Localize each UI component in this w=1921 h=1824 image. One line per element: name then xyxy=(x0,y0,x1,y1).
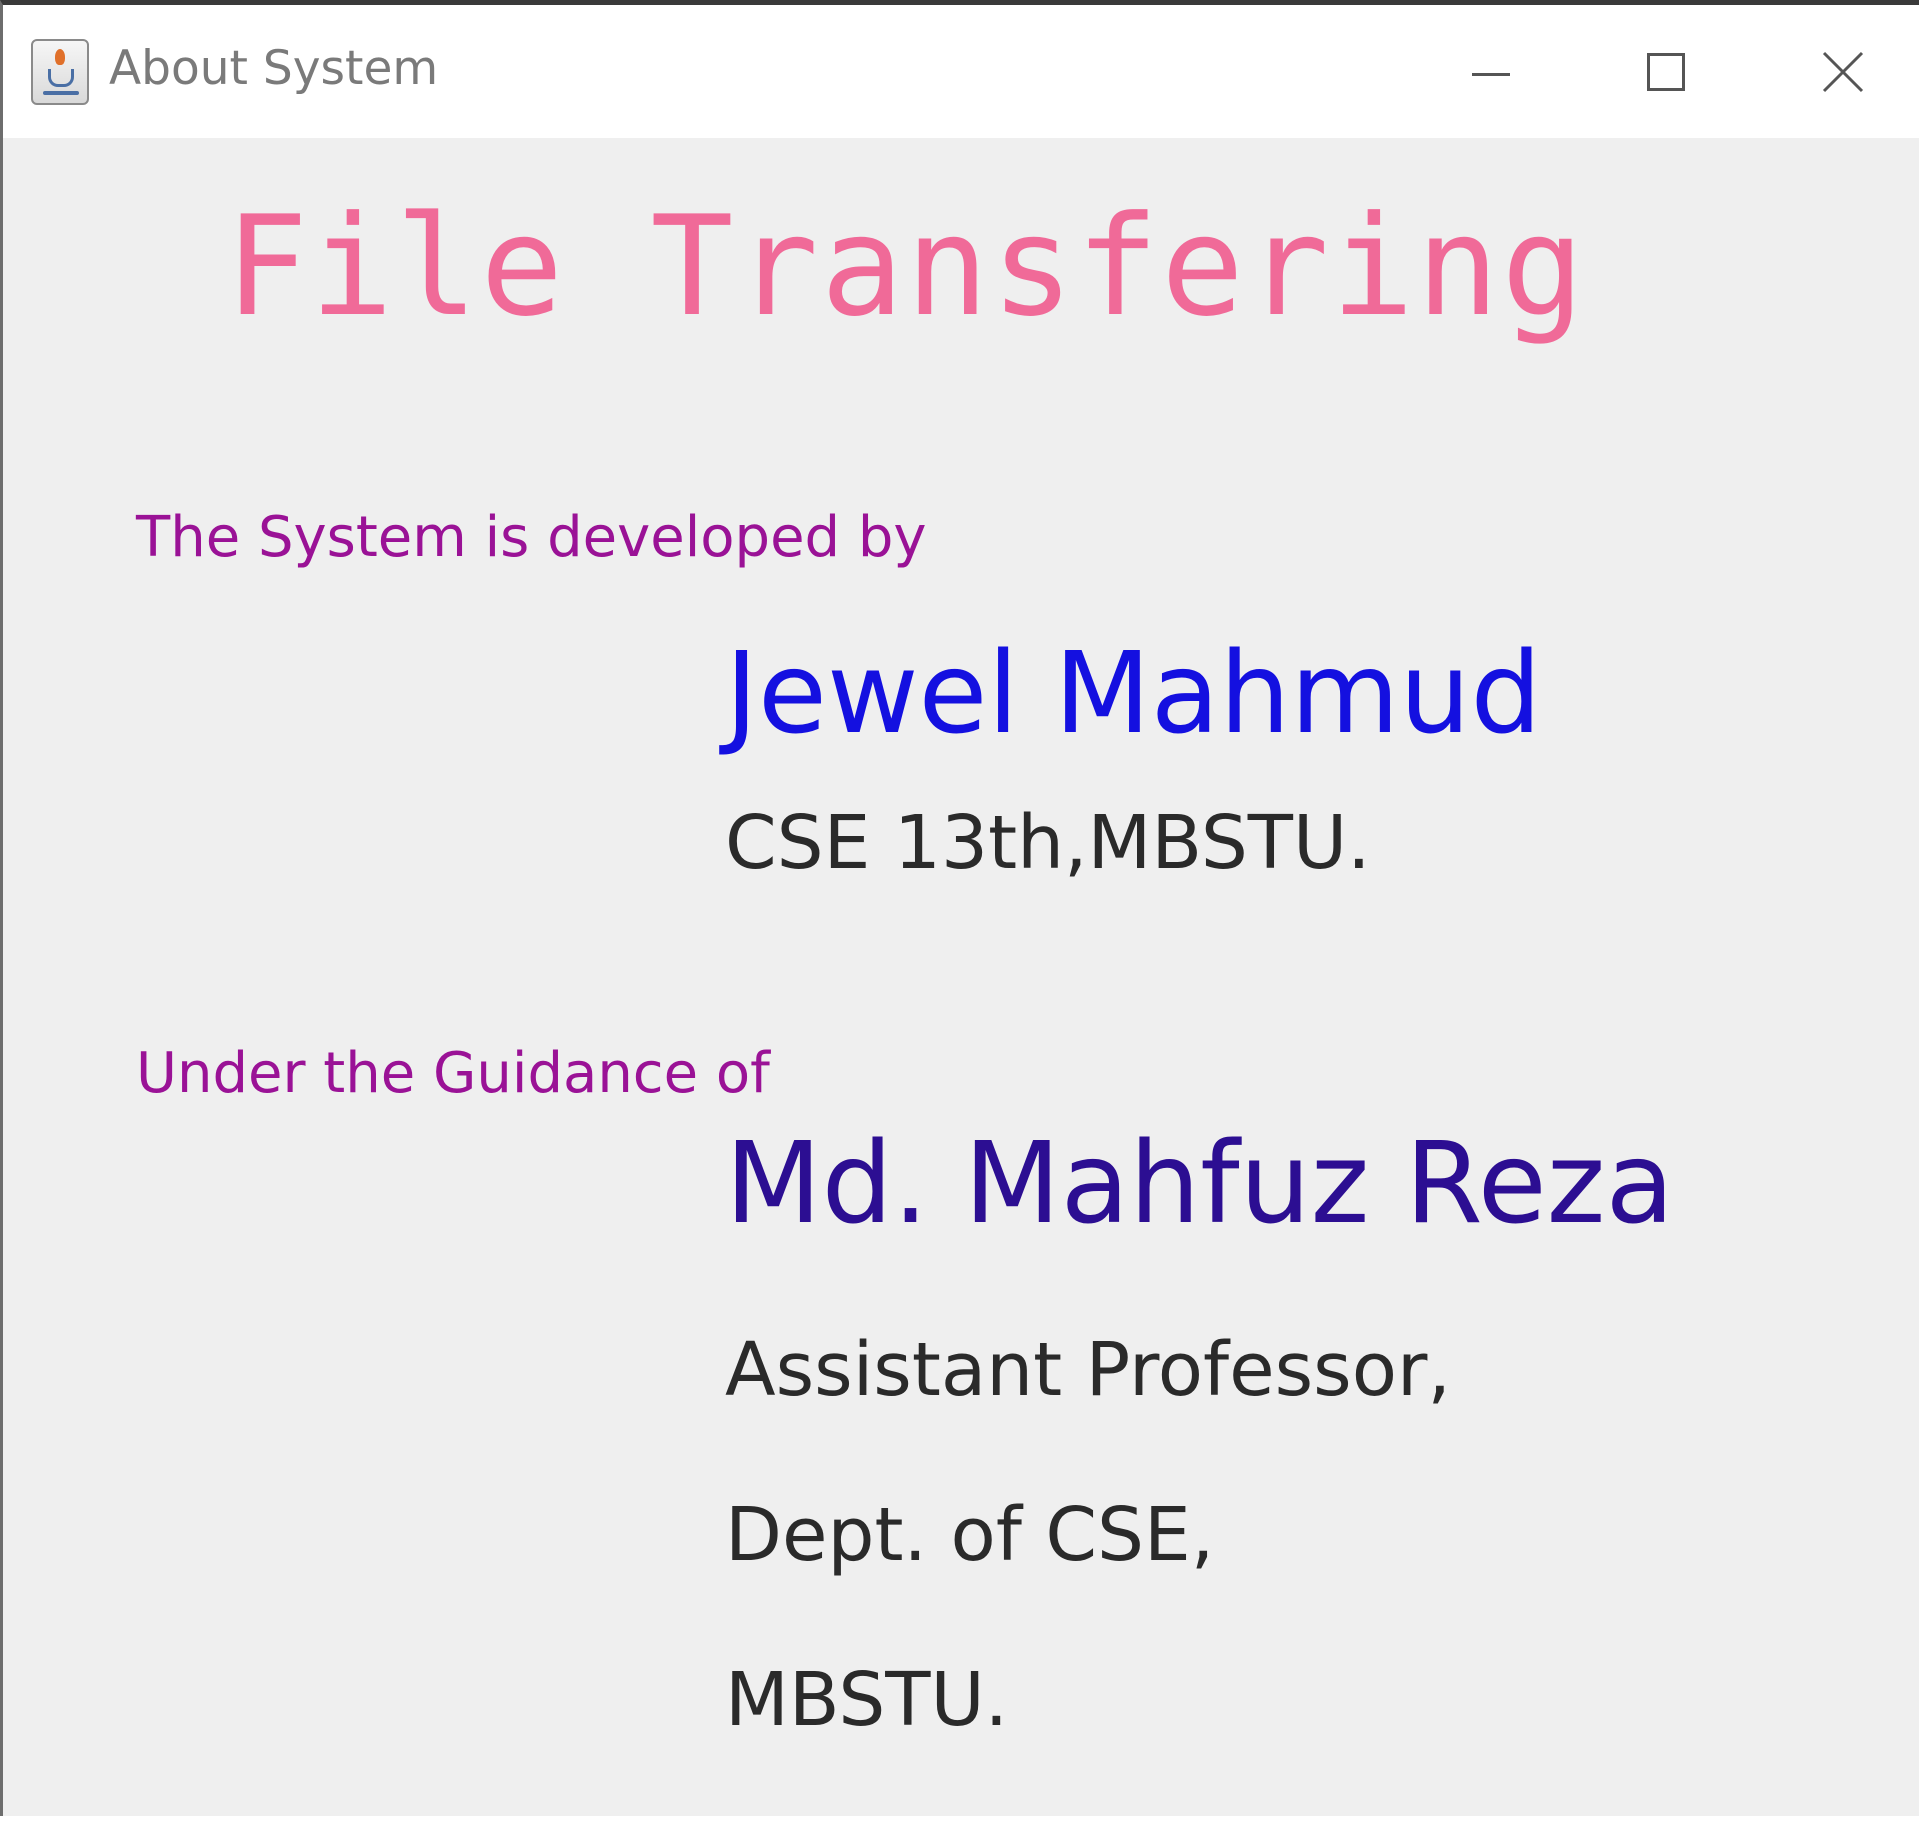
minimize-button[interactable] xyxy=(1446,35,1536,115)
about-system-window: About System File Transfering The System… xyxy=(0,0,1919,1816)
guide-name: Md. Mahfuz Reza xyxy=(725,1119,1675,1249)
close-icon xyxy=(1822,51,1864,93)
developer-label: The System is developed by xyxy=(136,505,927,570)
maximize-icon xyxy=(1647,53,1685,91)
guide-institution: MBSTU. xyxy=(725,1657,1009,1743)
guide-designation: Assistant Professor, xyxy=(725,1327,1451,1413)
close-button[interactable] xyxy=(1798,35,1888,115)
minimize-icon xyxy=(1472,73,1510,76)
java-flame-shape xyxy=(55,49,65,65)
java-cup-icon xyxy=(31,39,89,105)
about-content: File Transfering The System is developed… xyxy=(3,138,1919,1816)
developer-name: Jewel Mahmud xyxy=(725,629,1542,759)
guide-department: Dept. of CSE, xyxy=(725,1492,1215,1578)
headline: File Transfering xyxy=(225,186,1587,347)
java-cup-shape xyxy=(48,69,74,87)
java-saucer-shape xyxy=(43,91,79,95)
maximize-button[interactable] xyxy=(1621,35,1711,115)
title-bar[interactable]: About System xyxy=(3,5,1919,138)
window-title: About System xyxy=(109,41,439,96)
developer-affiliation: CSE 13th,MBSTU. xyxy=(725,800,1371,886)
guidance-label: Under the Guidance of xyxy=(136,1041,770,1106)
